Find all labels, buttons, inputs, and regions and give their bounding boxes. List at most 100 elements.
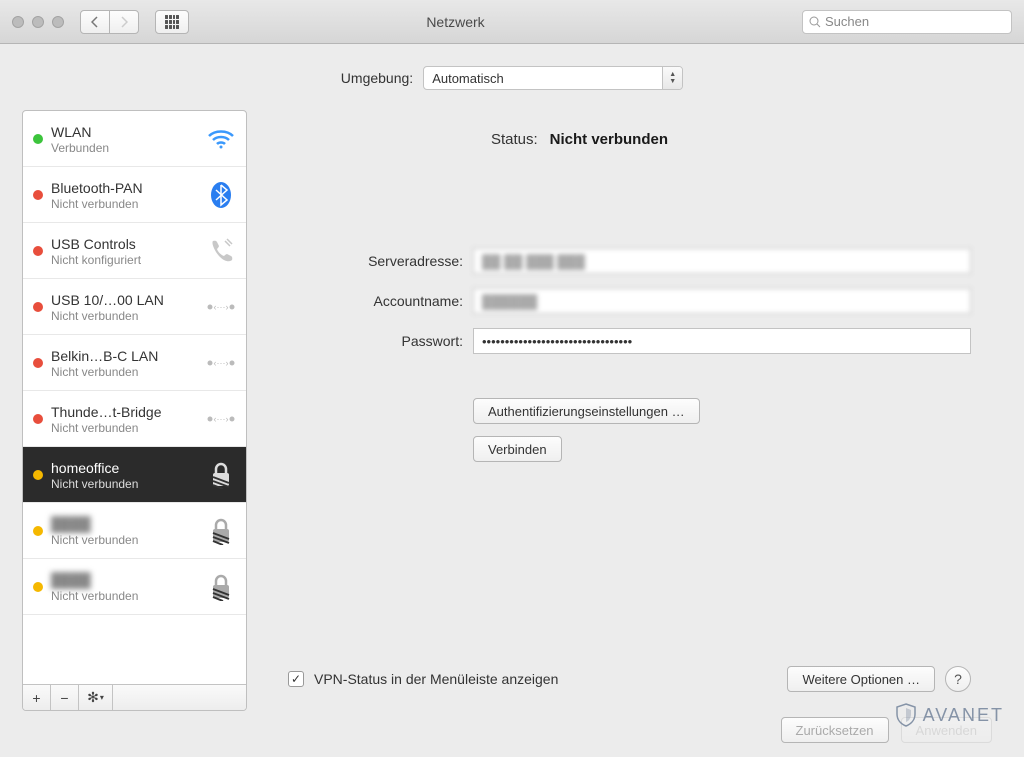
status-row: Status: Nicht verbunden [288, 131, 971, 148]
add-interface-button[interactable]: + [23, 685, 51, 710]
location-value: Automatisch [432, 71, 504, 86]
actions-menu-button[interactable]: ✻▾ [79, 685, 113, 710]
menubar-checkbox-label: VPN-Status in der Menüleiste anzeigen [314, 671, 777, 687]
detail-panel: Status: Nicht verbunden Serveradresse: █… [257, 110, 1002, 711]
sidebar-item-4[interactable]: Belkin…B-C LAN Nicht verbunden ‹···› [23, 335, 246, 391]
location-label: Umgebung: [341, 70, 413, 86]
ethernet-icon: ‹···› [206, 404, 236, 434]
lock-icon [206, 516, 236, 546]
status-dot-icon [33, 190, 43, 200]
connect-button[interactable]: Verbinden [473, 436, 562, 462]
sidebar-item-status: Nicht verbunden [51, 533, 198, 547]
sidebar-item-text: ████ Nicht verbunden [51, 571, 198, 603]
password-label: Passwort: [288, 333, 463, 349]
account-input[interactable]: ██████ [473, 288, 971, 314]
sidebar-item-3[interactable]: USB 10/…00 LAN Nicht verbunden ‹···› [23, 279, 246, 335]
sidebar-item-status: Nicht konfiguriert [51, 253, 198, 267]
svg-text:‹···›: ‹···› [214, 358, 229, 368]
sidebar-item-6[interactable]: homeoffice Nicht verbunden [23, 447, 246, 503]
server-input[interactable]: ██ ██ ███ ███ [473, 248, 971, 274]
traffic-lights [12, 16, 64, 28]
main-row: WLAN Verbunden Bluetooth-PAN Nicht verbu… [22, 110, 1002, 711]
status-dot-icon [33, 470, 43, 480]
footer-buttons: Zurücksetzen Anwenden [22, 711, 1002, 757]
status-dot-icon [33, 302, 43, 312]
back-button[interactable] [80, 10, 110, 34]
sidebar-item-7[interactable]: ████ Nicht verbunden [23, 503, 246, 559]
phone-icon [206, 236, 236, 266]
sidebar-item-status: Nicht verbunden [51, 477, 198, 491]
server-label: Serveradresse: [288, 253, 463, 269]
content: Umgebung: Automatisch ▲▼ WLAN Verbunden … [0, 44, 1024, 757]
sidebar-list: WLAN Verbunden Bluetooth-PAN Nicht verbu… [23, 111, 246, 684]
ethernet-icon: ‹···› [206, 292, 236, 322]
minimize-icon[interactable] [32, 16, 44, 28]
account-label: Accountname: [288, 293, 463, 309]
sidebar-item-status: Verbunden [51, 141, 198, 155]
sidebar-item-status: Nicht verbunden [51, 589, 198, 603]
chevron-updown-icon: ▲▼ [662, 67, 682, 89]
search-placeholder: Suchen [825, 14, 869, 29]
window-title: Netzwerk [199, 14, 792, 30]
sidebar-item-name: USB 10/…00 LAN [51, 291, 198, 309]
sidebar-item-status: Nicht verbunden [51, 421, 198, 435]
gear-icon: ✻ [87, 689, 99, 706]
sidebar-item-text: WLAN Verbunden [51, 123, 198, 155]
server-row: Serveradresse: ██ ██ ███ ███ [288, 248, 971, 274]
bottom-row: ✓ VPN-Status in der Menüleiste anzeigen … [288, 648, 971, 710]
sidebar-item-8[interactable]: ████ Nicht verbunden [23, 559, 246, 615]
ethernet-icon: ‹···› [206, 348, 236, 378]
sidebar-item-name: Belkin…B-C LAN [51, 347, 198, 365]
svg-text:‹···›: ‹···› [214, 302, 229, 312]
status-label: Status: [491, 131, 538, 148]
sidebar-item-name: homeoffice [51, 459, 198, 477]
password-input[interactable]: ••••••••••••••••••••••••••••••••• [473, 328, 971, 354]
sidebar-item-1[interactable]: Bluetooth-PAN Nicht verbunden [23, 167, 246, 223]
sidebar-item-status: Nicht verbunden [51, 365, 198, 379]
search-icon [809, 16, 821, 28]
sidebar-item-2[interactable]: USB Controls Nicht konfiguriert [23, 223, 246, 279]
close-icon[interactable] [12, 16, 24, 28]
menubar-checkbox[interactable]: ✓ [288, 671, 304, 687]
auth-settings-button[interactable]: Authentifizierungseinstellungen … [473, 398, 700, 424]
sidebar-item-text: Thunde…t-Bridge Nicht verbunden [51, 403, 198, 435]
sidebar-item-status: Nicht verbunden [51, 197, 198, 211]
sidebar-item-text: Belkin…B-C LAN Nicht verbunden [51, 347, 198, 379]
status-dot-icon [33, 526, 43, 536]
titlebar: Netzwerk Suchen [0, 0, 1024, 44]
zoom-icon[interactable] [52, 16, 64, 28]
status-dot-icon [33, 134, 43, 144]
location-row: Umgebung: Automatisch ▲▼ [22, 66, 1002, 90]
advanced-button[interactable]: Weitere Optionen … [787, 666, 935, 692]
sidebar-item-5[interactable]: Thunde…t-Bridge Nicht verbunden ‹···› [23, 391, 246, 447]
status-value: Nicht verbunden [550, 131, 668, 148]
status-dot-icon [33, 358, 43, 368]
show-all-button[interactable] [155, 10, 189, 34]
search-input[interactable]: Suchen [802, 10, 1012, 34]
sidebar: WLAN Verbunden Bluetooth-PAN Nicht verbu… [22, 110, 247, 711]
remove-interface-button[interactable]: − [51, 685, 79, 710]
sidebar-item-0[interactable]: WLAN Verbunden [23, 111, 246, 167]
grid-icon [165, 15, 179, 29]
svg-text:‹···›: ‹···› [214, 414, 229, 424]
lock-icon [206, 572, 236, 602]
help-button[interactable]: ? [945, 666, 971, 692]
account-row: Accountname: ██████ [288, 288, 971, 314]
status-dot-icon [33, 246, 43, 256]
sidebar-item-name: ████ [51, 515, 198, 533]
revert-button[interactable]: Zurücksetzen [781, 717, 889, 743]
status-dot-icon [33, 414, 43, 424]
lock-icon [206, 460, 236, 490]
forward-button[interactable] [109, 10, 139, 34]
sidebar-item-name: ████ [51, 571, 198, 589]
bluetooth-icon [206, 180, 236, 210]
sidebar-item-text: homeoffice Nicht verbunden [51, 459, 198, 491]
sidebar-item-name: WLAN [51, 123, 198, 141]
location-popup[interactable]: Automatisch ▲▼ [423, 66, 683, 90]
apply-button[interactable]: Anwenden [901, 717, 992, 743]
sidebar-item-name: Thunde…t-Bridge [51, 403, 198, 421]
sidebar-footer: + − ✻▾ [23, 684, 246, 710]
status-dot-icon [33, 582, 43, 592]
sidebar-item-text: ████ Nicht verbunden [51, 515, 198, 547]
sidebar-item-name: Bluetooth-PAN [51, 179, 198, 197]
